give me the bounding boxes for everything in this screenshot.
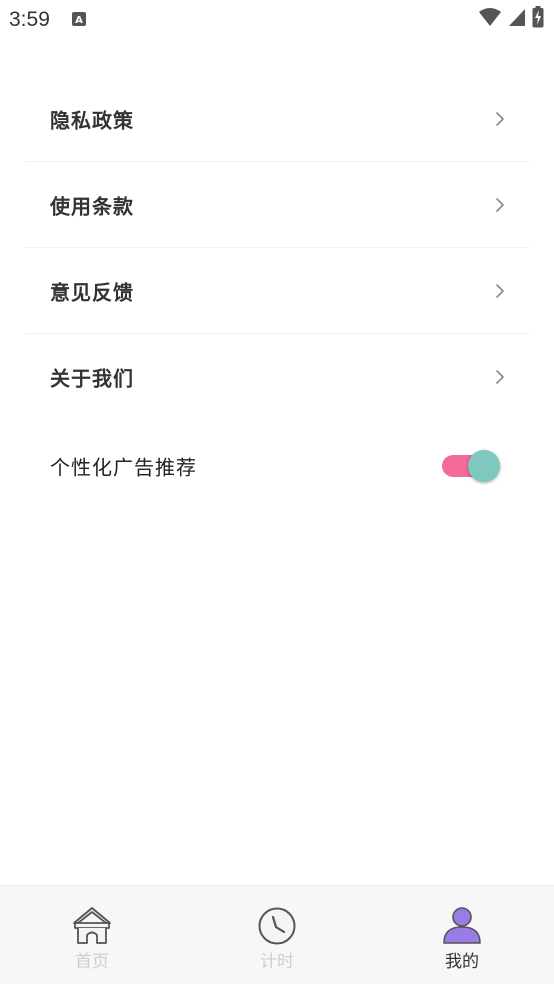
personalized-ads-row: 个性化广告推荐 <box>25 426 529 506</box>
tab-home[interactable]: 首页 <box>0 886 184 984</box>
terms-of-use-label: 使用条款 <box>50 194 134 218</box>
screen: 3:59 A 隐私政策 使用条款 意见反馈 关于我们 个性化广告推荐 首页 计时… <box>0 0 554 984</box>
svg-text:A: A <box>75 15 83 26</box>
about-us-label: 关于我们 <box>50 366 134 391</box>
a-notification-icon: A <box>72 11 86 26</box>
settings-menu: 隐私政策 使用条款 意见反馈 关于我们 <box>25 76 529 420</box>
status-time: 3:59 <box>9 8 50 31</box>
about-us-item[interactable]: 关于我们 <box>25 334 529 420</box>
cell-signal-icon <box>508 7 526 31</box>
tab-mine[interactable]: 我的 <box>370 886 554 984</box>
toggle-knob <box>468 450 500 482</box>
terms-of-use-item[interactable]: 使用条款 <box>25 162 529 248</box>
bottom-tab-bar: 首页 计时 我的 <box>0 885 554 984</box>
chevron-right-icon <box>495 197 505 213</box>
personalized-ads-label: 个性化广告推荐 <box>50 455 197 480</box>
chevron-right-icon <box>495 369 505 385</box>
tab-home-label: 首页 <box>75 952 109 972</box>
home-icon <box>72 906 112 946</box>
chevron-right-icon <box>495 283 505 299</box>
feedback-item[interactable]: 意见反馈 <box>25 248 529 334</box>
clock-icon <box>257 906 297 946</box>
tab-timer-label: 计时 <box>260 952 294 972</box>
status-icons <box>478 6 544 32</box>
battery-charging-icon <box>532 6 544 32</box>
personalized-ads-toggle[interactable] <box>442 450 500 482</box>
tab-mine-label: 我的 <box>445 952 479 972</box>
user-icon <box>442 906 482 946</box>
chevron-right-icon <box>495 111 505 127</box>
privacy-policy-item[interactable]: 隐私政策 <box>25 76 529 162</box>
privacy-policy-label: 隐私政策 <box>50 108 134 132</box>
status-bar: 3:59 A <box>0 0 554 40</box>
wifi-icon <box>478 7 502 31</box>
tab-timer[interactable]: 计时 <box>185 886 369 984</box>
feedback-label: 意见反馈 <box>50 280 134 304</box>
